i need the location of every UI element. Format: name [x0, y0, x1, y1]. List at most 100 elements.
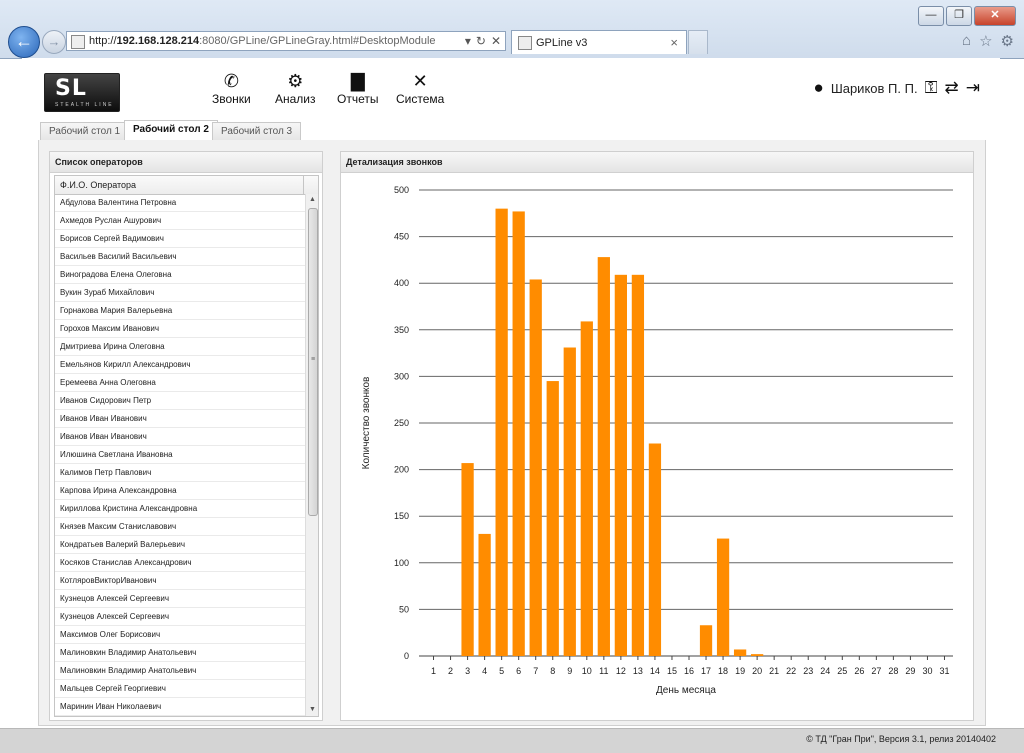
swap-icon[interactable]: ⇄ [945, 78, 959, 98]
operator-row[interactable]: Илюшина Светлана Ивановна [55, 446, 305, 464]
operator-row[interactable]: Князев Максим Станиславович [55, 518, 305, 536]
column-header-name[interactable]: Ф.И.О. Оператора [60, 180, 136, 190]
bar [733, 649, 747, 656]
y-axis-label: Количество звонков [361, 377, 372, 470]
operator-row[interactable]: Васильев Василий Васильевич [55, 248, 305, 266]
operator-row[interactable]: Борисов Сергей Вадимович [55, 230, 305, 248]
key-icon[interactable]: ⚿ [925, 78, 938, 98]
operator-row[interactable]: Емельянов Кирилл Александрович [55, 356, 305, 374]
operator-row[interactable]: Малиновкин Владимир Анатольевич [55, 644, 305, 662]
bar [546, 381, 559, 656]
vertical-scrollbar[interactable]: ▲ ≡ ▼ [305, 194, 318, 716]
stop-icon[interactable]: ✕ [491, 34, 501, 48]
favorites-icon[interactable]: ☆ [979, 32, 992, 50]
browser-tab-title: GPLine v3 [536, 37, 588, 49]
user-area: ● Шариков П. П. ⚿ ⇄ ⇥ [814, 78, 980, 98]
refresh-icon[interactable]: ↻ [476, 34, 486, 48]
operator-row[interactable]: Абдулова Валентина Петровна [55, 194, 305, 212]
tab-desktop-2[interactable]: Рабочий стол 2 [124, 120, 218, 141]
operator-row[interactable]: Косяков Станислав Александрович [55, 554, 305, 572]
operator-row[interactable]: Кузнецов Алексей Сергеевич [55, 590, 305, 608]
y-tick-label: 500 [394, 185, 409, 195]
operator-row[interactable]: Иванов Иван Иванович [55, 428, 305, 446]
operator-row[interactable]: Кириллова Кристина Александровна [55, 500, 305, 518]
x-tick-label: 23 [803, 666, 813, 676]
operator-row[interactable]: Кондратьев Валерий Валерьевич [55, 536, 305, 554]
home-icon[interactable]: ⌂ [962, 32, 971, 50]
forward-button[interactable]: → [42, 30, 66, 54]
bar-chart-icon: ▇ [350, 71, 365, 91]
logo-mark: SL [55, 76, 87, 101]
tab-desktop-3[interactable]: Рабочий стол 3 [212, 122, 302, 140]
operator-row[interactable]: Маринин Иван Николаевич [55, 698, 305, 716]
x-tick-label: 24 [820, 666, 830, 676]
operator-row[interactable]: Горнакова Мария Валерьевна [55, 302, 305, 320]
x-tick-label: 12 [616, 666, 626, 676]
scroll-thumb[interactable]: ≡ [308, 208, 318, 516]
tab-desktop-1[interactable]: Рабочий стол 1 [40, 122, 130, 140]
operator-row[interactable]: КотляровВикторИванович [55, 572, 305, 590]
x-tick-label: 15 [667, 666, 677, 676]
nav-calls-label: Звонки [212, 92, 251, 106]
operator-row[interactable]: Калимов Петр Павлович [55, 464, 305, 482]
operator-row[interactable]: Карпова Ирина Александровна [55, 482, 305, 500]
nav-calls[interactable]: ✆ Звонки [212, 70, 251, 106]
bar [478, 533, 491, 656]
url-rest: :8080/GPLine/GPLineGray.html#DesktopModu… [199, 35, 436, 47]
x-tick-label: 8 [550, 666, 555, 676]
url-prefix: http:// [89, 35, 117, 47]
nav-analysis[interactable]: ⚙ Анализ [275, 70, 316, 106]
minimize-button[interactable]: — [918, 6, 944, 26]
operator-row[interactable]: Дмитриева Ирина Олеговна [55, 338, 305, 356]
user-icon: ● [813, 78, 824, 97]
operator-row[interactable]: Малиновкин Владимир Анатольевич [55, 662, 305, 680]
scroll-up-icon[interactable]: ▲ [306, 194, 318, 206]
back-button[interactable]: ← [8, 26, 40, 58]
operator-row[interactable]: Иванов Иван Иванович [55, 410, 305, 428]
y-tick-label: 50 [399, 604, 409, 614]
browser-chrome: — ❐ ✕ ← → http://192.168.128.214:8080/GP… [0, 0, 1024, 59]
browser-toolbar-icons: ⌂ ☆ ⚙ [962, 32, 1014, 50]
x-tick-label: 30 [922, 666, 932, 676]
bar [529, 279, 542, 656]
browser-tab[interactable]: GPLine v3 × [511, 30, 687, 54]
grid-header[interactable]: Ф.И.О. Оператора [55, 176, 318, 195]
operator-row[interactable]: Вукин Зураб Михайлович [55, 284, 305, 302]
x-tick-label: 21 [769, 666, 779, 676]
x-axis-label: День месяца [656, 685, 716, 696]
settings-icon[interactable]: ⚙ [1001, 32, 1014, 50]
gears-icon: ⚙ [287, 71, 304, 91]
nav-reports[interactable]: ▇ Отчеты [337, 70, 378, 106]
maximize-button[interactable]: ❐ [946, 6, 972, 26]
bar [580, 321, 593, 656]
calls-detail-panel: Детализация звонков 0 50 100 150 200 250 300 35… [340, 151, 974, 721]
url-text[interactable]: http://192.168.128.214:8080/GPLine/GPLin… [89, 35, 436, 47]
address-bar[interactable]: http://192.168.128.214:8080/GPLine/GPLin… [66, 31, 506, 51]
x-tick-label: 26 [854, 666, 864, 676]
close-window-button[interactable]: ✕ [974, 6, 1016, 26]
operator-row[interactable]: Мальцев Сергей Георгиевич [55, 680, 305, 698]
x-tick-label: 19 [735, 666, 745, 676]
tools-icon: ✕ [412, 71, 428, 91]
operator-row[interactable]: Горохов Максим Иванович [55, 320, 305, 338]
exit-icon[interactable]: ⇥ [966, 78, 980, 98]
operator-row[interactable]: Еремеева Анна Олеговна [55, 374, 305, 392]
operator-row[interactable]: Кузнецов Алексей Сергеевич [55, 608, 305, 626]
operators-panel: Список операторов Ф.И.О. Оператора Абдул… [49, 151, 323, 721]
operator-row[interactable]: Ахмедов Руслан Ашурович [55, 212, 305, 230]
operator-row[interactable]: Виноградова Елена Олеговна [55, 266, 305, 284]
operator-row[interactable]: Максимов Олег Борисович [55, 626, 305, 644]
address-actions: ▾ ↻ ✕ [465, 34, 501, 48]
dropdown-icon[interactable]: ▾ [465, 34, 471, 48]
scroll-down-icon[interactable]: ▼ [306, 704, 318, 716]
operator-row[interactable]: Иванов Сидорович Петр [55, 392, 305, 410]
new-tab-button[interactable] [688, 30, 708, 54]
nav-system[interactable]: ✕ Система [396, 70, 444, 106]
operators-grid: Ф.И.О. Оператора Абдулова Валентина Петр… [54, 175, 319, 717]
logo: SL STEALTH LINE [44, 73, 120, 112]
tab-close-icon[interactable]: × [670, 35, 678, 50]
y-tick-label: 400 [394, 278, 409, 288]
window-controls: — ❐ ✕ [918, 6, 1016, 26]
x-tick-label: 1 [431, 666, 436, 676]
x-tick-label: 17 [701, 666, 711, 676]
